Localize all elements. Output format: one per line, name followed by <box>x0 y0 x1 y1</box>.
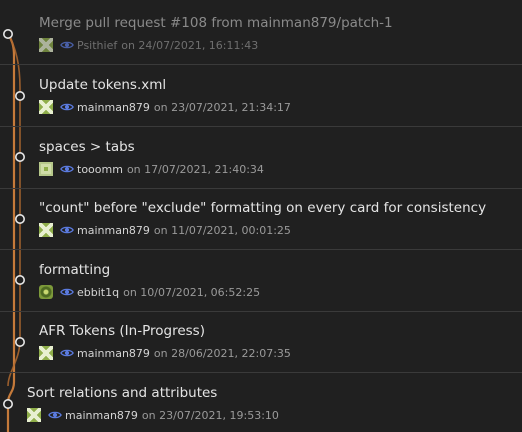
commit-date: on 23/07/2021, 19:53:10 <box>141 408 279 422</box>
commit-title: formatting <box>39 262 111 278</box>
commit-author[interactable]: mainman879 <box>77 224 150 237</box>
eye-icon[interactable] <box>60 346 74 360</box>
eye-icon[interactable] <box>60 223 74 237</box>
commit-row[interactable]: Merge pull request #108 from mainman879/… <box>0 3 522 65</box>
commit-author[interactable]: tooomm <box>77 163 123 176</box>
commit-author[interactable]: Psithief <box>77 39 117 52</box>
photo-avatar <box>39 285 53 299</box>
identicon-avatar <box>27 408 41 422</box>
commit-author[interactable]: mainman879 <box>77 101 150 114</box>
commit-meta: mainman879 on 11/07/2021, 00:01:25 <box>39 222 291 238</box>
commit-meta: mainman879 on 23/07/2021, 21:34:17 <box>39 99 291 115</box>
commit-row[interactable]: Sort relations and attributes mainman879… <box>0 373 522 432</box>
commit-meta: tooomm on 17/07/2021, 21:40:34 <box>39 161 264 177</box>
commit-row[interactable]: formatting ebbit1q on 10/07/2021, 06:52:… <box>0 250 522 312</box>
eye-icon[interactable] <box>60 285 74 299</box>
commit-meta: ebbit1q on 10/07/2021, 06:52:25 <box>39 284 260 300</box>
commit-author[interactable]: mainman879 <box>77 347 150 360</box>
identicon-avatar <box>39 162 53 176</box>
commit-date: on 10/07/2021, 06:52:25 <box>123 285 261 299</box>
commit-date: on 28/06/2021, 22:07:35 <box>153 346 291 360</box>
commit-title: AFR Tokens (In-Progress) <box>39 323 205 339</box>
eye-icon[interactable] <box>48 408 62 422</box>
commit-row[interactable]: spaces > tabs tooomm on 17/07/2021, 21:4… <box>0 127 522 189</box>
commit-title: "count" before "exclude" formatting on e… <box>39 200 487 216</box>
commit-meta: mainman879 on 23/07/2021, 19:53:10 <box>27 407 279 423</box>
identicon-avatar <box>39 100 53 114</box>
identicon-avatar <box>39 38 53 52</box>
commit-row[interactable]: Update tokens.xml mainman879 on 23/07/20… <box>0 65 522 127</box>
commit-date: on 11/07/2021, 00:01:25 <box>153 223 291 237</box>
eye-icon[interactable] <box>60 38 74 52</box>
identicon-avatar <box>39 223 53 237</box>
commit-date: on 24/07/2021, 16:11:43 <box>121 38 259 52</box>
commit-title: spaces > tabs <box>39 139 135 155</box>
commit-row[interactable]: AFR Tokens (In-Progress) mainman879 on 2… <box>0 311 522 373</box>
commit-author[interactable]: mainman879 <box>65 409 138 422</box>
commit-author[interactable]: ebbit1q <box>77 286 119 299</box>
eye-icon[interactable] <box>60 162 74 176</box>
commit-meta: mainman879 on 28/06/2021, 22:07:35 <box>39 345 291 361</box>
commit-title: Update tokens.xml <box>39 77 167 93</box>
commit-row[interactable]: "count" before "exclude" formatting on e… <box>0 188 522 250</box>
commit-timeline: Merge pull request #108 from mainman879/… <box>0 0 522 432</box>
commit-date: on 17/07/2021, 21:40:34 <box>126 162 264 176</box>
identicon-avatar <box>39 346 53 360</box>
commit-meta: Psithief on 24/07/2021, 16:11:43 <box>39 37 258 53</box>
commit-title: Sort relations and attributes <box>27 385 218 401</box>
commit-date: on 23/07/2021, 21:34:17 <box>153 100 291 114</box>
commit-title: Merge pull request #108 from mainman879/… <box>39 15 393 31</box>
eye-icon[interactable] <box>60 100 74 114</box>
